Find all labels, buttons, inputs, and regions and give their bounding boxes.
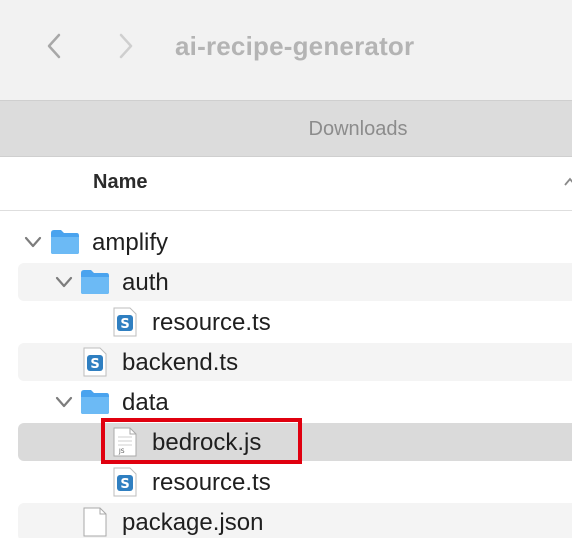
svg-text:S: S	[120, 477, 129, 492]
list-item-package-json[interactable]: package.json	[18, 503, 572, 538]
chevron-down-icon[interactable]	[55, 394, 73, 410]
list-item-auth[interactable]: auth	[18, 263, 572, 301]
ts-file-icon: S	[113, 307, 137, 337]
window-toolbar: ai-recipe-generator	[0, 0, 572, 100]
item-name: auth	[122, 269, 169, 296]
folder-icon	[81, 390, 109, 414]
ts-file-icon: S	[83, 347, 107, 377]
highlight-annotation	[101, 418, 302, 464]
chevron-down-icon[interactable]	[55, 274, 73, 290]
list-item-resource-ts[interactable]: S resource.ts	[18, 303, 572, 341]
back-button[interactable]	[38, 28, 70, 64]
list-item-resource-ts[interactable]: S resource.ts	[18, 463, 572, 501]
item-name: backend.ts	[122, 349, 239, 376]
tab-bar: Downloads	[0, 100, 572, 157]
forward-button[interactable]	[110, 28, 142, 64]
item-name: resource.ts	[152, 469, 271, 496]
svg-text:S: S	[90, 357, 99, 372]
window-title: ai-recipe-generator	[175, 31, 415, 61]
svg-text:S: S	[120, 317, 129, 332]
folder-icon	[51, 230, 79, 254]
list-item-amplify[interactable]: amplify	[18, 223, 572, 261]
item-name: data	[122, 389, 169, 416]
chevron-down-icon[interactable]	[24, 234, 42, 250]
name-column-header[interactable]: Name	[93, 171, 147, 194]
item-name: package.json	[122, 509, 264, 536]
tab-downloads[interactable]: Downloads	[0, 118, 572, 141]
list-item-data[interactable]: data	[18, 383, 572, 421]
folder-icon	[81, 270, 109, 294]
list-item-backend-ts[interactable]: S backend.ts	[18, 343, 572, 381]
column-header: Name	[0, 157, 572, 211]
chevron-left-icon	[47, 33, 61, 59]
sort-ascending-icon[interactable]	[563, 175, 572, 191]
item-name: resource.ts	[152, 309, 271, 336]
ts-file-icon: S	[113, 467, 137, 497]
chevron-right-icon	[119, 33, 133, 59]
generic-file-icon	[83, 507, 107, 537]
item-name: amplify	[92, 229, 169, 256]
